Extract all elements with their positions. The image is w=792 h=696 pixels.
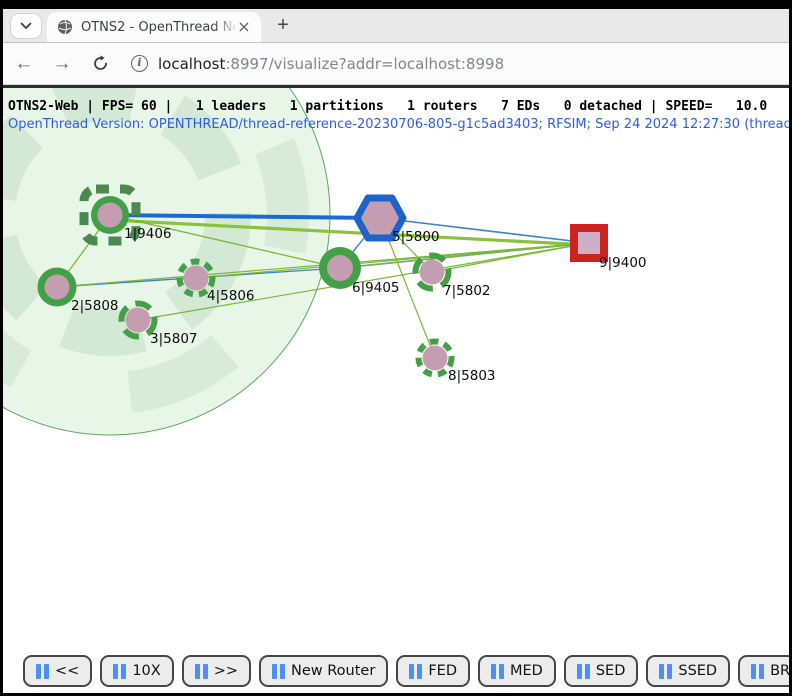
toolbar-button-label: New Router bbox=[291, 663, 375, 679]
toolbar-button-label: SSED bbox=[678, 663, 717, 679]
toolbar-button->>[interactable]: >> bbox=[182, 655, 251, 687]
node-body bbox=[184, 266, 209, 291]
link-9-7 bbox=[432, 243, 589, 272]
failed-node-square bbox=[574, 228, 604, 258]
node-6[interactable]: 6|9405 bbox=[319, 247, 400, 296]
node-9[interactable]: 9|9400 bbox=[574, 228, 647, 271]
reload-icon bbox=[92, 55, 109, 72]
pause-icon bbox=[113, 664, 126, 679]
node-body bbox=[126, 308, 151, 333]
browser-tab[interactable]: OTNS2 - OpenThread Ne × bbox=[47, 12, 261, 42]
pause-icon bbox=[751, 664, 764, 679]
back-button[interactable]: ← bbox=[7, 47, 41, 81]
pause-icon bbox=[577, 664, 590, 679]
toolbar-button-label: FED bbox=[428, 663, 457, 679]
node-body bbox=[420, 260, 445, 285]
toolbar-button-label: 10X bbox=[132, 663, 160, 679]
toolbar-button-10x[interactable]: 10X bbox=[100, 655, 173, 687]
url-path: :8997/visualize?addr=localhost:8998 bbox=[225, 55, 504, 73]
toolbar-button-label: >> bbox=[214, 663, 238, 679]
pause-icon bbox=[195, 664, 208, 679]
tab-overview-chevron-button[interactable] bbox=[11, 14, 41, 38]
node-body bbox=[45, 275, 70, 300]
info-icon: i bbox=[131, 55, 148, 72]
tab-title: OTNS2 - OpenThread Ne bbox=[81, 20, 235, 35]
toolbar-button-fed[interactable]: FED bbox=[396, 655, 470, 687]
toolbar-button-label: BR bbox=[770, 663, 789, 679]
page-content: 1|9406 2|5808 3|5807 4|5806 5|5800 6|9405 7|58… bbox=[3, 88, 789, 693]
node-label: 6|9405 bbox=[352, 280, 400, 296]
toolbar-button-new-router[interactable]: New Router bbox=[259, 655, 388, 687]
node-body bbox=[98, 203, 123, 228]
node-body bbox=[423, 346, 448, 371]
toolbar-button-label: << bbox=[55, 663, 79, 679]
url-host: localhost bbox=[158, 55, 225, 73]
simulation-status-bar: OTNS2-Web | FPS= 60 | 1 leaders 1 partit… bbox=[8, 99, 767, 114]
node-label: 8|5803 bbox=[448, 368, 496, 384]
reload-button[interactable] bbox=[83, 47, 117, 81]
node-label: 1|9406 bbox=[124, 226, 172, 242]
url-toolbar: ← → i localhost:8997/visualize?addr=loca… bbox=[3, 43, 789, 85]
node-label: 7|5802 bbox=[443, 283, 491, 299]
toolbar-button-br[interactable]: BR bbox=[738, 655, 789, 687]
tab-title-fade bbox=[213, 12, 239, 42]
node-label: 9|9400 bbox=[599, 255, 647, 271]
node-body bbox=[327, 255, 353, 281]
forward-button[interactable]: → bbox=[45, 47, 79, 81]
pause-icon bbox=[272, 664, 285, 679]
toolbar-button-<<[interactable]: << bbox=[23, 655, 92, 687]
toolbar-button-sed[interactable]: SED bbox=[564, 655, 639, 687]
pause-icon bbox=[36, 664, 49, 679]
toolbar-button-label: SED bbox=[596, 663, 626, 679]
address-field[interactable]: localhost:8997/visualize?addr=localhost:… bbox=[158, 55, 504, 73]
pause-icon bbox=[409, 664, 422, 679]
node-label: 4|5806 bbox=[207, 288, 255, 304]
toolbar-button-ssed[interactable]: SSED bbox=[646, 655, 730, 687]
node-label: 3|5807 bbox=[150, 331, 198, 347]
pause-icon bbox=[491, 664, 504, 679]
toolbar-button-med[interactable]: MED bbox=[478, 655, 556, 687]
node-label: 2|5808 bbox=[71, 298, 119, 314]
network-canvas[interactable]: 1|9406 2|5808 3|5807 4|5806 5|5800 6|9405 7|58… bbox=[3, 88, 789, 693]
node-5[interactable]: 5|5800 bbox=[357, 198, 440, 245]
toolbar-button-label: MED bbox=[510, 663, 543, 679]
pause-icon bbox=[659, 664, 672, 679]
browser-window: OTNS2 - OpenThread Ne × + ← → i localhos… bbox=[0, 0, 792, 696]
site-info-button[interactable]: i bbox=[131, 55, 148, 72]
tab-bar: OTNS2 - OpenThread Ne × + bbox=[3, 9, 789, 43]
chevron-down-icon bbox=[20, 22, 32, 30]
node-label: 5|5800 bbox=[392, 229, 440, 245]
node-8[interactable]: 8|5803 bbox=[419, 342, 496, 385]
new-tab-button[interactable]: + bbox=[269, 11, 297, 39]
openthread-version-text: OpenThread Version: OPENTHREAD/thread-re… bbox=[8, 117, 789, 132]
action-toolbar: << 10X >> New Router FED MED bbox=[23, 655, 789, 687]
globe-favicon-icon bbox=[57, 19, 73, 35]
